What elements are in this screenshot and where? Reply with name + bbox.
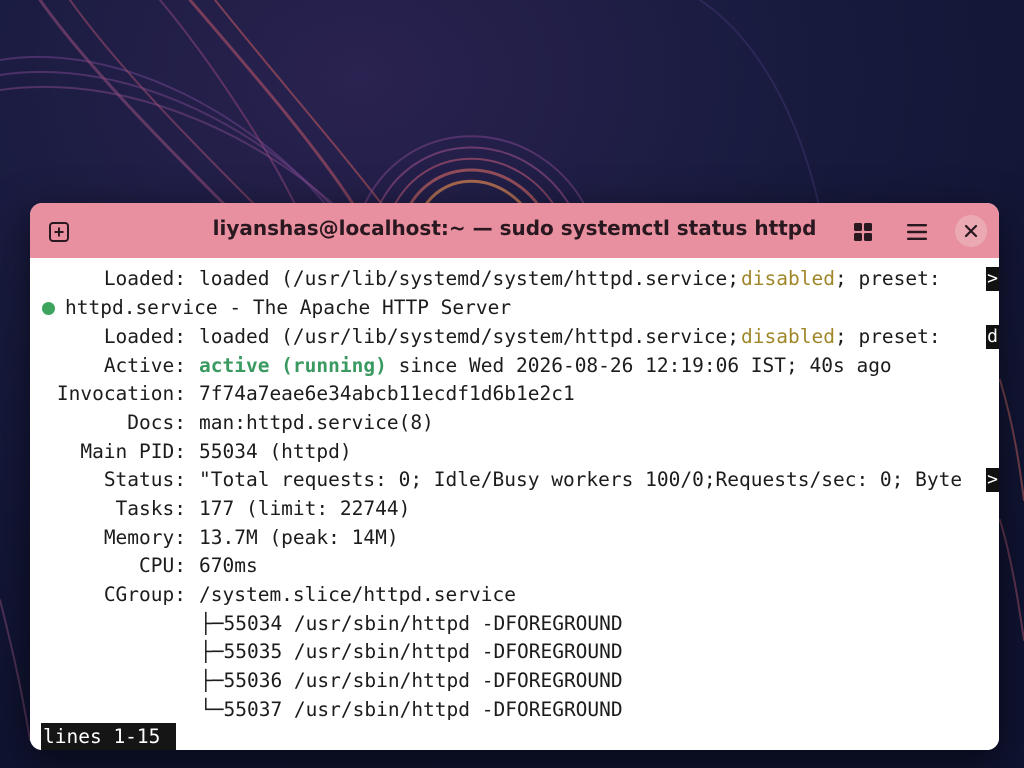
terminal-window: liyanshas@localhost:~ — sudo systemctl s… <box>30 203 999 750</box>
cgroup-process: ├─55035 /usr/sbin/httpd -DFOREGROUND <box>30 638 623 666</box>
field-label: Active: <box>103 354 186 377</box>
field-label: Loaded: <box>103 325 186 348</box>
service-header-text: httpd.service - The Apache HTTP Server <box>65 296 512 319</box>
pager-status: lines 1-15 <box>41 723 176 750</box>
output-line-loaded-top: Loaded: loaded (/usr/lib/systemd/system/h… <box>30 265 941 293</box>
field-value: 670ms <box>199 554 258 577</box>
process-entry: └─55037 /usr/sbin/httpd -DFOREGROUND <box>200 698 623 721</box>
field-value: 7f74a7eae6e34abcb11ecdf1d6b1e2c1 <box>199 382 575 405</box>
field-label: Docs: <box>127 411 186 434</box>
output-line-docs: Docs: man:httpd.service(8) <box>30 409 434 437</box>
field-label: Memory: <box>103 526 186 549</box>
cgroup-process: ├─55036 /usr/sbin/httpd -DFOREGROUND <box>30 667 623 695</box>
terminal-cursor: d <box>986 325 999 349</box>
process-entry: ├─55034 /usr/sbin/httpd -DFOREGROUND <box>200 612 623 635</box>
grid-view-button[interactable] <box>848 217 878 247</box>
field-value: 177 (limit: 22744) <box>199 497 411 520</box>
output-line-service-header: httpd.service - The Apache HTTP Server <box>30 294 511 322</box>
field-label: CPU: <box>139 554 186 577</box>
field-label: CGroup: <box>103 583 186 606</box>
field-value-suffix: ; preset: <box>834 267 941 290</box>
field-value: /system.slice/httpd.service <box>199 583 516 606</box>
new-tab-icon <box>48 221 70 243</box>
process-entry: ├─55035 /usr/sbin/httpd -DFOREGROUND <box>200 640 623 663</box>
active-state: active (running) <box>199 354 387 377</box>
active-since: since Wed 2026-08-26 12:19:06 IST; 40s a… <box>398 354 892 377</box>
output-line-status: Status: "Total requests: 0; Idle/Busy wor… <box>30 466 962 494</box>
field-label: Tasks: <box>115 497 186 520</box>
close-icon <box>964 224 978 238</box>
field-label: Loaded: <box>103 267 186 290</box>
field-value: 55034 (httpd) <box>199 440 352 463</box>
output-line-invocation: Invocation: 7f74a7eae6e34abcb11ecdf1d6b1e… <box>30 380 575 408</box>
field-value: 13.7M (peak: 14M) <box>199 526 399 549</box>
cgroup-process: ├─55034 /usr/sbin/httpd -DFOREGROUND <box>30 610 623 638</box>
line-truncation-marker: > <box>986 267 999 291</box>
hamburger-menu-icon <box>906 223 928 241</box>
main-menu-button[interactable] <box>902 217 932 247</box>
output-line-main-pid: Main PID: 55034 (httpd) <box>30 438 352 466</box>
field-label: Status: <box>103 468 186 491</box>
service-status-dot <box>42 302 55 315</box>
output-line-memory: Memory: 13.7M (peak: 14M) <box>30 524 399 552</box>
output-line-active: Active: active (running) since Wed 2026-0… <box>30 352 892 380</box>
field-value: "Total requests: 0; Idle/Busy workers 10… <box>199 468 963 491</box>
field-value: loaded (/usr/lib/systemd/system/httpd.se… <box>199 267 740 290</box>
output-line-tasks: Tasks: 177 (limit: 22744) <box>30 495 411 523</box>
process-entry: ├─55036 /usr/sbin/httpd -DFOREGROUND <box>200 669 623 692</box>
window-title: liyanshas@localhost:~ — sudo systemctl s… <box>212 216 817 240</box>
terminal-output[interactable]: Loaded: loaded (/usr/lib/systemd/system/h… <box>30 262 999 750</box>
output-line-cpu: CPU: 670ms <box>30 552 258 580</box>
close-button[interactable] <box>955 215 987 247</box>
new-tab-button[interactable] <box>44 217 74 247</box>
unit-state-disabled: disabled <box>741 267 835 290</box>
output-line-loaded: Loaded: loaded (/usr/lib/systemd/system/h… <box>30 323 941 351</box>
unit-state-disabled: disabled <box>741 325 835 348</box>
cgroup-process: └─55037 /usr/sbin/httpd -DFOREGROUND <box>30 696 623 724</box>
grid-view-icon <box>853 222 873 242</box>
field-label: Invocation: <box>56 382 186 405</box>
output-line-cgroup: CGroup: /system.slice/httpd.service <box>30 581 516 609</box>
field-label: Main PID: <box>80 440 186 463</box>
field-value-suffix: ; preset: <box>834 325 941 348</box>
field-value: man:httpd.service(8) <box>199 411 434 434</box>
title-bar[interactable]: liyanshas@localhost:~ — sudo systemctl s… <box>30 203 999 258</box>
field-value: loaded (/usr/lib/systemd/system/httpd.se… <box>199 325 740 348</box>
line-truncation-marker: > <box>986 468 999 492</box>
